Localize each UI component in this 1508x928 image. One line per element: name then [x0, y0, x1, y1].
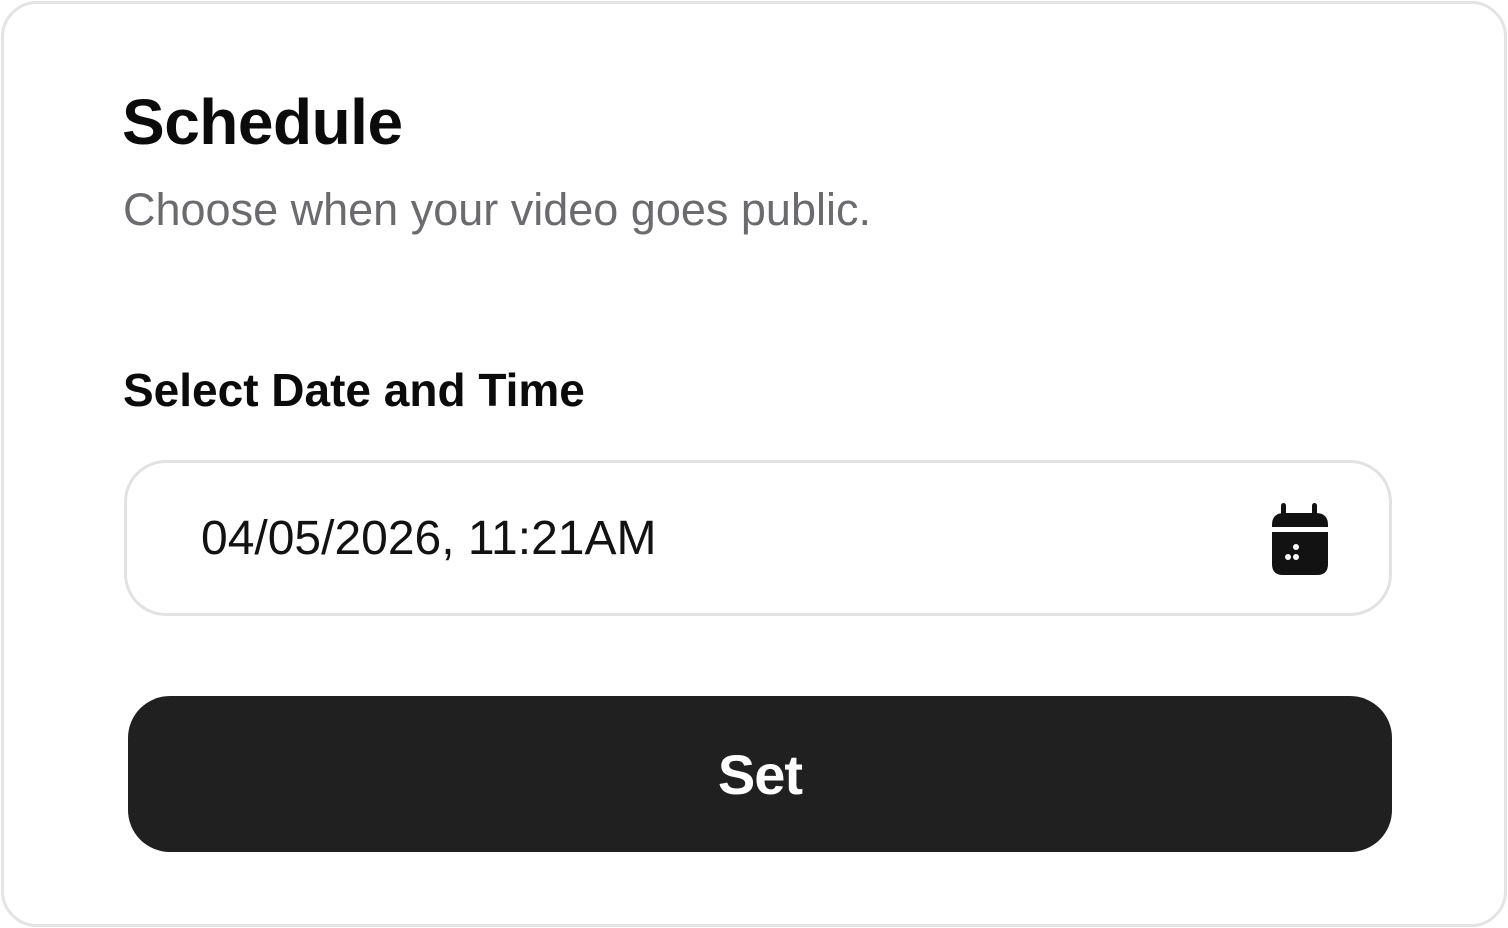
schedule-dialog: Schedule Choose when your video goes pub…	[1, 1, 1507, 927]
datetime-value: 04/05/2026, 11:21AM	[201, 512, 657, 565]
dialog-subtitle: Choose when your video goes public.	[123, 184, 871, 235]
calendar-button[interactable]	[1267, 501, 1337, 577]
calendar-icon	[1272, 503, 1328, 575]
datetime-input[interactable]: 04/05/2026, 11:21AM	[124, 460, 1392, 616]
dialog-title: Schedule	[122, 86, 403, 158]
datetime-label: Select Date and Time	[123, 364, 585, 416]
set-button[interactable]: Set	[128, 696, 1392, 852]
